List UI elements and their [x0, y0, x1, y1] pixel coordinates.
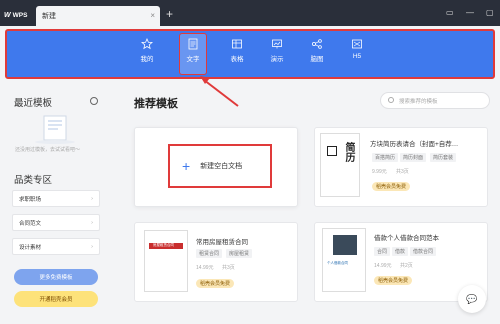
card-price: 9.99元 — [372, 169, 387, 175]
maximize-icon[interactable]: ▢ — [486, 8, 494, 17]
app-writer[interactable]: 文字 — [179, 33, 207, 75]
vip-free-badge: 稻壳会员免费 — [372, 182, 411, 191]
star-icon — [141, 38, 153, 50]
search-input[interactable]: 搜索推荐的模板 — [380, 92, 490, 109]
new-blank-document-button[interactable]: + 新建空白文档 — [168, 144, 272, 188]
search-icon — [388, 97, 394, 103]
app-mine[interactable]: 我的 — [134, 34, 160, 74]
h5-icon — [352, 39, 362, 49]
app-label: H5 — [352, 53, 362, 60]
category-title: 品类专区 — [14, 175, 53, 186]
tab-label: 新建 — [42, 13, 56, 20]
app-slides[interactable]: 演示 — [264, 34, 290, 74]
vip-free-badge: 稻壳会员免费 — [374, 276, 413, 285]
card-title: 借款个人借款合同范本 — [374, 235, 439, 242]
mindmap-icon — [311, 39, 322, 49]
app-banner: 我的 文字 表格 演示 脑图 H5 — [5, 29, 495, 79]
wps-logo[interactable]: W WPS — [4, 8, 34, 22]
template-thumbnail: 简历 — [320, 133, 360, 197]
card-tag[interactable]: 合同 — [374, 247, 391, 256]
app-label: 演示 — [270, 56, 284, 63]
category-label: 合同范文 — [19, 220, 42, 227]
card-title: 方块简历表请合（封面+自荐… — [370, 141, 459, 148]
app-name: WPS — [12, 11, 28, 19]
card-price: 14.99元 — [196, 265, 214, 271]
thumb-image — [333, 235, 357, 255]
app-label: 文字 — [186, 56, 200, 63]
chevron-right-icon: › — [91, 243, 93, 250]
app-mindmap[interactable]: 脑图 — [304, 34, 330, 74]
empty-hint: 还没用过模板，去试试看吧～ — [15, 147, 81, 153]
page-title: 推荐模板 — [134, 98, 178, 110]
new-blank-label: 新建空白文档 — [200, 163, 243, 170]
open-vip-button[interactable]: 开通稻壳会员 — [14, 291, 98, 307]
card-price: 14.99元 — [374, 263, 392, 269]
thumb-text: 房屋租赁合同 — [153, 243, 174, 247]
table-icon — [232, 39, 242, 49]
app-label: 我的 — [140, 56, 154, 63]
card-title: 常用房屋租赁合同 — [196, 239, 248, 246]
minimize-icon[interactable]: — — [466, 8, 474, 17]
card-tag[interactable]: 租赁合同 — [196, 249, 223, 258]
more-free-templates-button[interactable]: 更多免费模板 — [14, 269, 98, 285]
thumb-text: 简历 — [343, 142, 354, 162]
close-tab-icon[interactable]: × — [150, 11, 155, 20]
card-pages: 共3页 — [396, 169, 409, 175]
card-pages: 共2页 — [400, 263, 413, 269]
presentation-icon — [272, 39, 282, 49]
chat-icon[interactable]: 💬 — [458, 285, 486, 313]
template-thumbnail: 个人借款合同 — [322, 228, 366, 292]
button-label: 开通稻壳会员 — [39, 297, 73, 303]
app-label: 脑图 — [310, 56, 324, 63]
chevron-right-icon: › — [91, 219, 93, 226]
chevron-right-icon: › — [91, 195, 93, 202]
window-icon[interactable]: ▭ — [446, 8, 454, 17]
card-tag[interactable]: 借款 — [392, 247, 409, 256]
vip-free-badge: 稻壳会员免费 — [196, 279, 235, 288]
app-sheet[interactable]: 表格 — [224, 34, 250, 74]
button-label: 更多免费模板 — [39, 275, 73, 281]
category-label: 设计素材 — [19, 244, 42, 251]
card-tag[interactable]: 百搭简历 — [372, 153, 399, 162]
history-icon[interactable] — [90, 97, 98, 105]
card-tag[interactable]: 简历封面 — [400, 153, 427, 162]
category-item-contracts[interactable]: 合同范文 › — [12, 214, 100, 231]
card-pages: 共3页 — [222, 265, 235, 271]
search-placeholder: 搜索推荐的模板 — [399, 98, 438, 105]
app-h5[interactable]: H5 — [344, 34, 370, 74]
thumb-text: 个人借款合同 — [327, 261, 348, 265]
category-label: 求职职场 — [19, 196, 42, 203]
new-tab-button[interactable]: + — [166, 8, 173, 20]
template-thumbnail: 房屋租赁合同 — [144, 230, 188, 292]
recent-templates-title: 最近模板 — [14, 98, 53, 109]
thumb-decoration — [327, 146, 337, 156]
tab-new[interactable]: 新建 × — [36, 6, 160, 26]
app-label: 表格 — [230, 56, 244, 63]
card-tag[interactable]: 房屋租赁 — [226, 249, 253, 258]
empty-recent-illustration — [35, 115, 75, 144]
category-item-jobs[interactable]: 求职职场 › — [12, 190, 100, 207]
card-tag[interactable]: 简历套装 — [430, 153, 457, 162]
category-item-design[interactable]: 设计素材 › — [12, 238, 100, 255]
document-icon — [188, 38, 198, 50]
title-bar: W WPS 新建 × + ▭ — ▢ — [0, 0, 500, 26]
plus-icon: + — [182, 158, 191, 174]
card-tag[interactable]: 借款合同 — [410, 247, 437, 256]
